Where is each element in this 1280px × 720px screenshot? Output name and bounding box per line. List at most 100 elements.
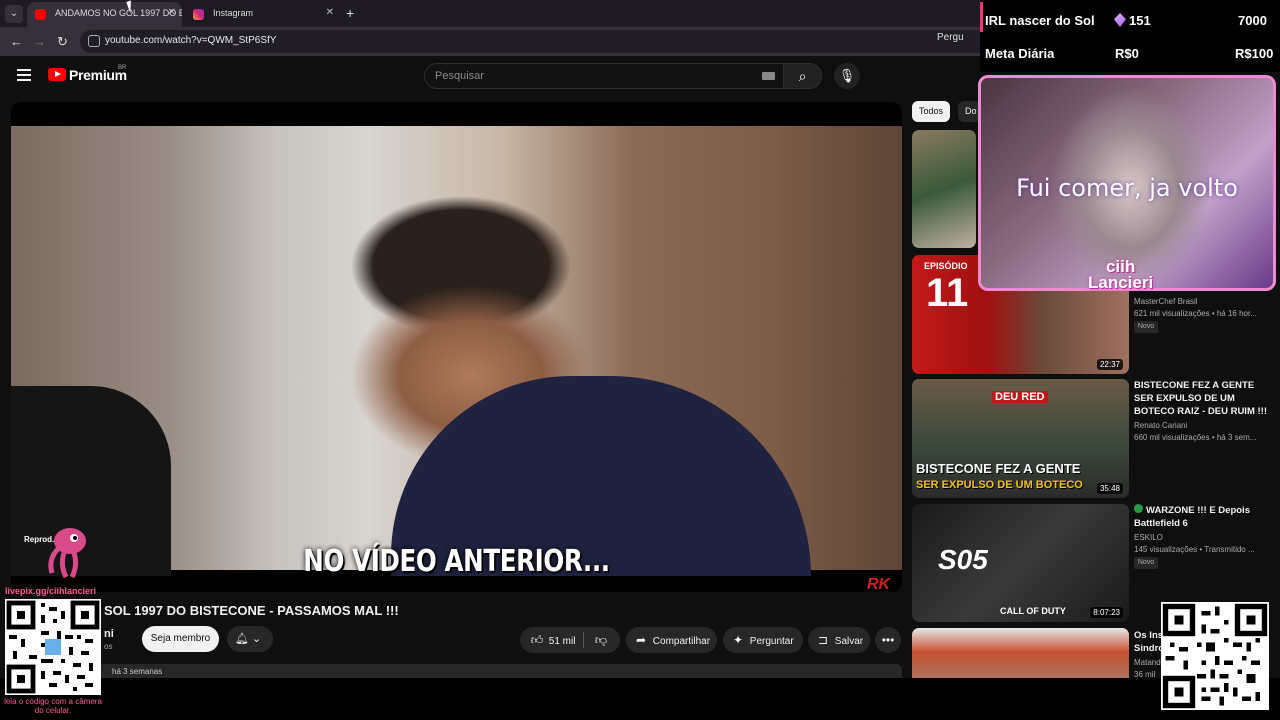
youtube-logo-icon[interactable] bbox=[48, 68, 66, 81]
thumbnail-tag: DEU RED bbox=[992, 391, 1048, 403]
recommendation-meta: 660 mil visualizações • há 3 sem... bbox=[1134, 433, 1257, 442]
video-watermark: RK bbox=[867, 576, 891, 592]
recommendation-thumbnail[interactable]: S05 CALL OF DUTY 8:07:23 bbox=[912, 504, 1129, 622]
live-dot-icon bbox=[1134, 504, 1143, 513]
daily-goal-target: R$100 bbox=[1235, 46, 1274, 61]
like-button[interactable]: 👍︎ 51 mil 👎︎ bbox=[520, 627, 620, 653]
thumbs-down-icon: 👎︎ bbox=[594, 633, 608, 647]
forward-icon[interactable]: → bbox=[33, 34, 46, 49]
thumbnail-text: EPISÓDIO bbox=[924, 261, 968, 271]
tab-label: ANDAMOS NO GOL 1997 DO B bbox=[55, 8, 182, 18]
channel-subscribers: os bbox=[104, 642, 113, 651]
recommendation-title-text: WARZONE !!! E Depois Battlefield 6 bbox=[1134, 505, 1250, 529]
recommendation-thumbnail[interactable] bbox=[912, 130, 976, 248]
recommendation-meta: 621 mil visualizações • há 16 hor... bbox=[1134, 309, 1257, 318]
share-button[interactable]: ➦ Compartilhar bbox=[626, 627, 717, 653]
url-text: youtube.com/watch?v=QWM_StP6SfY bbox=[105, 35, 277, 46]
thumbs-up-icon: 👍︎ bbox=[530, 633, 544, 647]
chip-all[interactable]: Todos bbox=[912, 101, 951, 122]
video-player[interactable]: NO VÍDEO ANTERIOR... RK bbox=[11, 102, 902, 592]
video-title: SOL 1997 DO BISTECONE - PASSAMOS MAL !!! bbox=[104, 603, 399, 618]
dislike-button[interactable]: 👎︎ bbox=[592, 627, 610, 653]
search-button[interactable]: ⌕ bbox=[784, 63, 822, 89]
recommendation-channel[interactable]: ESKILO bbox=[1134, 532, 1274, 544]
ask-label: Perguntar bbox=[749, 636, 794, 647]
qr-code-right bbox=[1161, 602, 1269, 710]
qr-code-icon bbox=[6, 600, 100, 694]
upload-date: há 3 semanas bbox=[112, 667, 163, 676]
recommendation-title[interactable]: BISTECONE FEZ A GENTE SER EXPULSO DE UM … bbox=[1134, 379, 1274, 418]
video-subtitle: NO VÍDEO ANTERIOR... bbox=[303, 544, 610, 579]
mic-icon: 🎙 bbox=[838, 68, 856, 83]
video-frame: NO VÍDEO ANTERIOR... RK bbox=[11, 126, 902, 592]
ask-gemini-chip[interactable]: Pergu bbox=[937, 32, 964, 43]
more-icon: ••• bbox=[881, 633, 895, 647]
ask-button[interactable]: ✦ Perguntar bbox=[723, 627, 803, 653]
back-icon[interactable]: ← bbox=[10, 34, 23, 49]
country-code: BR bbox=[118, 65, 127, 71]
goal-label: IRL nascer do Sol bbox=[985, 13, 1095, 28]
reload-icon[interactable]: ↻ bbox=[57, 34, 68, 50]
tab-search-button[interactable]: ⌄ bbox=[5, 5, 23, 23]
qr-code-icon bbox=[1162, 603, 1268, 709]
chip-channel[interactable]: Do bbox=[958, 101, 980, 122]
save-label: Salvar bbox=[834, 636, 864, 647]
qr-link: livepix.gg/ciihlancieri bbox=[5, 586, 97, 596]
qr-caption: leia o código com a câmera do celular. bbox=[4, 697, 102, 715]
close-icon[interactable]: ✕ bbox=[168, 7, 176, 18]
thumbnail-number: 11 bbox=[926, 271, 969, 315]
stream-goals-panel bbox=[980, 0, 1280, 72]
recommendation-channel[interactable]: Matando bbox=[1134, 657, 1164, 669]
tab-instagram[interactable]: Instagram ✕ bbox=[185, 2, 340, 27]
tab-youtube[interactable]: ANDAMOS NO GOL 1997 DO B ✕ bbox=[27, 2, 182, 27]
goal-target: 7000 bbox=[1238, 13, 1267, 28]
share-icon: ➦ bbox=[635, 633, 647, 647]
thumbnail-subtext: SER EXPULSO DE UM BOTECO bbox=[916, 479, 1083, 491]
qr-code-left bbox=[5, 599, 101, 695]
recommendation-channel[interactable]: MasterChef Brasil bbox=[1134, 296, 1274, 308]
youtube-header: Premium BR Pesquisar ⌕ 🎙 bbox=[0, 56, 980, 98]
search-placeholder: Pesquisar bbox=[435, 70, 484, 82]
keyboard-icon[interactable] bbox=[762, 72, 775, 80]
new-badge: Novo bbox=[1134, 557, 1158, 569]
recommendation-meta: 145 visualizações • Transmitido ... bbox=[1134, 545, 1255, 554]
goal-accent bbox=[980, 2, 983, 32]
recommendation-thumbnail[interactable]: DEU RED BISTECONE FEZ A GENTE SER EXPULS… bbox=[912, 379, 1129, 498]
menu-icon[interactable] bbox=[17, 69, 31, 81]
like-count: 51 mil bbox=[548, 636, 576, 647]
close-icon[interactable]: ✕ bbox=[326, 7, 334, 18]
thumbnail-subtext: CALL OF DUTY bbox=[1000, 606, 1066, 616]
tab-label: Instagram bbox=[213, 8, 254, 18]
video-duration: 35:48 bbox=[1096, 483, 1123, 494]
daily-goal-label: Meta Diária bbox=[985, 46, 1055, 61]
goal-count: 151 bbox=[1129, 13, 1151, 28]
notifications-button[interactable]: 🔔︎ ⌄ bbox=[227, 626, 273, 652]
bell-icon: 🔔︎ bbox=[235, 633, 249, 645]
video-duration: 22:37 bbox=[1096, 359, 1123, 370]
recommendation-title[interactable]: Os Ins Sindro bbox=[1134, 629, 1164, 655]
youtube-icon bbox=[35, 9, 46, 20]
save-button[interactable]: ⊐ Salvar bbox=[808, 627, 870, 653]
description-box[interactable]: há 3 semanas bbox=[98, 664, 902, 678]
bookmark-icon: ⊐ bbox=[817, 633, 829, 647]
more-actions-button[interactable]: ••• bbox=[875, 627, 901, 653]
mic-button[interactable]: 🎙 bbox=[834, 63, 860, 89]
search-input[interactable]: Pesquisar bbox=[424, 63, 784, 89]
new-badge: Novo bbox=[1134, 321, 1158, 333]
join-button[interactable]: Seja membro bbox=[142, 626, 219, 652]
chevron-down-icon: ⌄ bbox=[252, 633, 262, 645]
webcam-status-text: Fui comer, ja volto bbox=[1016, 174, 1238, 202]
channel-name[interactable]: ni bbox=[104, 628, 114, 640]
site-info-icon[interactable] bbox=[88, 35, 100, 47]
streamer-name: ciih Lancieri bbox=[1088, 258, 1153, 291]
thumbnail-text: BISTECONE FEZ A GENTE bbox=[916, 461, 1081, 476]
like-divider bbox=[583, 632, 584, 648]
search-icon: ⌕ bbox=[798, 68, 807, 84]
thumbnail-text: S05 bbox=[938, 544, 988, 575]
recommendation-channel[interactable]: Renato Cariani bbox=[1134, 420, 1274, 432]
instagram-icon bbox=[193, 9, 204, 20]
video-duration: 8:07:23 bbox=[1090, 607, 1123, 618]
daily-goal-current: R$0 bbox=[1115, 46, 1139, 61]
recommendation-title[interactable]: WARZONE !!! E Depois Battlefield 6 bbox=[1134, 504, 1274, 530]
new-tab-button[interactable]: + bbox=[346, 5, 354, 21]
